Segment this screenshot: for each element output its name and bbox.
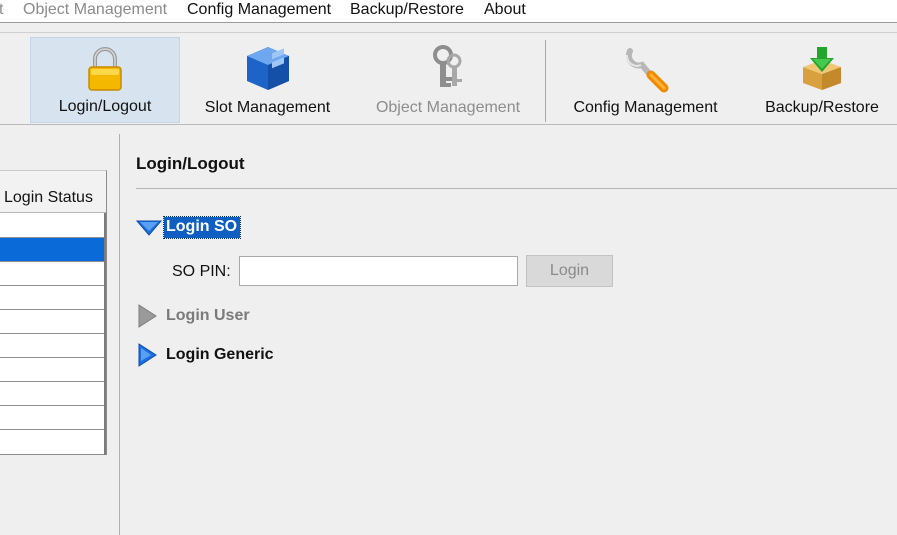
collapsed-triangle-icon — [138, 304, 157, 328]
so-pin-label: SO PIN: — [172, 263, 231, 280]
toolbar-button-object-management[interactable]: Object Management — [362, 37, 534, 123]
menu-item-object-management[interactable]: Object Management — [23, 1, 167, 19]
column-header-login-status: Login Status — [4, 189, 93, 206]
toolbar-button-config-management[interactable]: Config Management — [562, 37, 729, 123]
table-row[interactable] — [0, 406, 104, 430]
so-pin-input[interactable] — [239, 256, 518, 286]
menu-item-backup-restore[interactable]: Backup/Restore — [350, 1, 464, 19]
table-scroll-edge — [104, 213, 106, 455]
toolbar-button-label: Backup/Restore — [765, 99, 879, 116]
toolbar-button-slot-management[interactable]: Slot Management — [190, 37, 345, 123]
section-title-login-generic: Login Generic — [166, 346, 274, 363]
menu-bar: t Object Management Config Management Ba… — [0, 0, 897, 23]
table-column-header[interactable]: Login Status — [0, 171, 106, 213]
toolbar-button-backup-restore[interactable]: Backup/Restore — [752, 37, 892, 123]
table-row[interactable] — [0, 262, 104, 286]
toolbar-divider — [545, 40, 546, 122]
slot-table: Login Status — [0, 170, 107, 455]
split-pane-divider[interactable] — [119, 134, 120, 535]
section-title-login-user: Login User — [166, 307, 250, 324]
table-row[interactable] — [0, 214, 104, 238]
wrench-icon — [625, 48, 668, 93]
table-row[interactable] — [0, 286, 104, 310]
expanded-triangle-icon — [136, 220, 163, 236]
menu-separator — [0, 22, 897, 23]
toolbar-button-label: Config Management — [573, 99, 718, 116]
toolbar-button-label: Login/Logout — [58, 98, 152, 115]
toolbar-bottom-border — [0, 124, 897, 125]
toolbar-button-label: Object Management — [375, 99, 521, 116]
menu-item-partial[interactable]: t — [0, 1, 3, 19]
page-title: Login/Logout — [136, 154, 245, 173]
table-row[interactable] — [0, 334, 104, 358]
box-download-icon — [803, 47, 841, 90]
keys-icon — [433, 45, 462, 87]
menu-item-config-management[interactable]: Config Management — [187, 1, 331, 19]
toolbar-button-label: Slot Management — [204, 99, 331, 116]
table-row[interactable] — [0, 310, 104, 334]
title-divider — [136, 188, 897, 189]
login-button[interactable]: Login — [526, 255, 613, 287]
menu-item-about[interactable]: About — [484, 1, 526, 19]
collapsed-triangle-icon — [138, 343, 157, 367]
table-row[interactable] — [0, 382, 104, 406]
table-row[interactable] — [0, 358, 104, 382]
padlock-icon — [88, 47, 122, 91]
cabinet-icon — [246, 47, 289, 90]
toolbar: Login/Logout Slot Management Object Mana… — [0, 33, 897, 125]
table-row-selected[interactable] — [0, 238, 104, 262]
section-title-login-so: Login SO — [162, 216, 242, 239]
toolbar-button-login-logout[interactable]: Login/Logout — [30, 37, 180, 123]
